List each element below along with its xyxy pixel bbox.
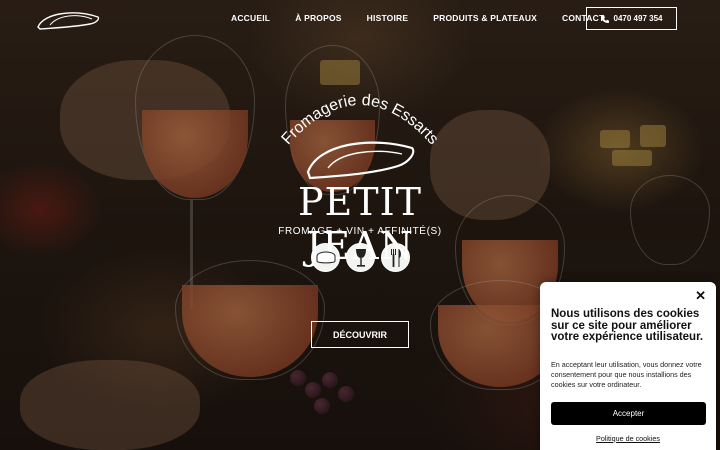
tagline: FROMAGE + VIN + AFFINITÉ(S): [278, 226, 442, 237]
top-navigation: ACCUEIL À PROPOS HISTOIRE PRODUITS & PLA…: [0, 0, 720, 38]
wine-glass-icon: [346, 243, 375, 272]
discover-button[interactable]: DÉCOUVRIR: [311, 321, 409, 348]
logo[interactable]: [34, 7, 104, 33]
feature-icons: [311, 243, 410, 272]
cutlery-icon: [381, 243, 410, 272]
nav-link-histoire[interactable]: HISTOIRE: [367, 13, 409, 23]
brand-emblem-icon: [306, 141, 415, 180]
phone-number: 0470 497 354: [613, 14, 663, 23]
nav-link-a-propos[interactable]: À PROPOS: [295, 13, 341, 23]
nav-link-produits-plateaux[interactable]: PRODUITS & PLATEAUX: [433, 13, 537, 23]
accept-cookies-button[interactable]: Accepter: [551, 401, 706, 425]
cookie-policy-link[interactable]: Politique de cookies: [551, 434, 705, 443]
cookie-consent-panel: ✕ Nous utilisons des cookies sur ce site…: [540, 282, 716, 450]
cookie-text: En acceptant leur utilisation, vous donn…: [551, 359, 702, 390]
cookie-title: Nous utilisons des cookies sur ce site p…: [551, 308, 704, 343]
nav-links: ACCUEIL À PROPOS HISTOIRE PRODUITS & PLA…: [231, 13, 604, 23]
nav-link-accueil[interactable]: ACCUEIL: [231, 13, 270, 23]
phone-button[interactable]: 0470 497 354: [586, 7, 677, 30]
cheese-icon: [311, 243, 340, 272]
close-icon[interactable]: ✕: [695, 288, 706, 304]
phone-icon: [600, 15, 609, 23]
